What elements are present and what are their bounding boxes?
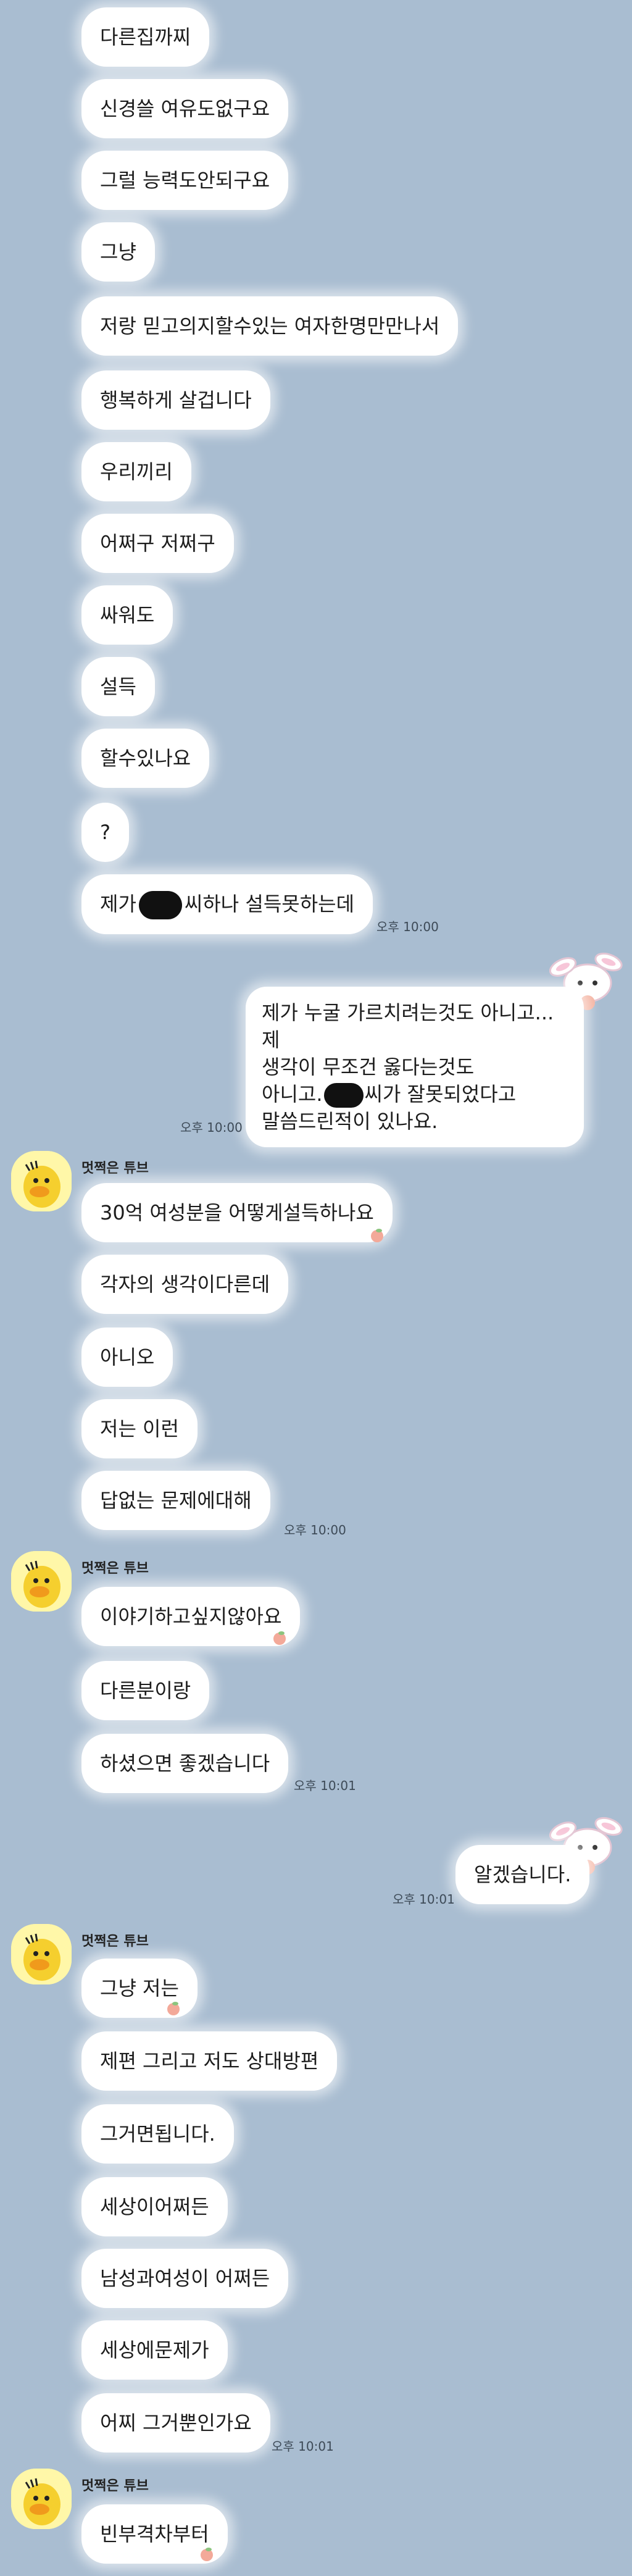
timestamp: 오후 10:00 (284, 1523, 346, 1537)
message-bubble[interactable]: 저는 이런 (81, 1399, 198, 1458)
message-bubble[interactable]: 남성과여성이 어쩌든 (81, 2249, 289, 2308)
timestamp: 오후 10:00 (180, 1120, 243, 1135)
redaction-mark (323, 1083, 364, 1108)
message-bubble-outgoing[interactable]: 알겠습니다. (455, 1845, 590, 1904)
sender-name: 멋쩍은 튜브 (81, 1161, 149, 1176)
message-text: 씨가 잘못되었다고 (364, 1082, 517, 1106)
message-bubble[interactable]: 다른분이랑 (81, 1661, 210, 1720)
message-line: 아니고. 씨가 잘못되었다고 (262, 1081, 568, 1108)
message-bubble[interactable]: 제가 씨하나 설득못하는데 (81, 874, 373, 934)
sender-name: 멋쩍은 튜브 (81, 1561, 149, 1576)
chat-window[interactable]: 다른집까찌 신경쓸 여유도없구요 그럴 능력도안되구요 그냥 저랑 믿고의지할수… (0, 0, 632, 2576)
profile-avatar[interactable] (11, 1551, 72, 1612)
message-bubble[interactable]: 어쩌구 저쩌구 (81, 514, 234, 573)
message-bubble[interactable]: 할수있나요 (81, 729, 210, 788)
message-bubble[interactable]: 각자의 생각이다른데 (81, 1255, 289, 1314)
message-bubble[interactable]: 이야기하고싶지않아요 (81, 1587, 301, 1646)
message-bubble[interactable]: 저랑 믿고의지할수있는 여자한명만만나서 (81, 296, 459, 356)
message-bubble[interactable]: 그거면됩니다. (81, 2104, 234, 2164)
sender-name: 멋쩍은 튜브 (81, 2478, 149, 2494)
message-bubble[interactable]: 30억 여성분을 어떻게설득하나요 (81, 1183, 393, 1242)
message-line: 생각이 무조건 옳다는것도 (262, 1055, 475, 1079)
profile-avatar[interactable] (11, 1151, 72, 1211)
peach-reaction-icon (167, 2002, 180, 2015)
peach-reaction-icon (371, 1229, 383, 1242)
message-line: 말씀드린적이 있나요. (262, 1110, 438, 1133)
message-text: 씨하나 설득못하는데 (184, 892, 355, 916)
tube-duck-icon (11, 2469, 72, 2529)
message-text: 아니고. (262, 1082, 323, 1106)
message-bubble[interactable]: 아니오 (81, 1328, 173, 1387)
message-bubble[interactable]: 하셨으면 좋겠습니다 (81, 1734, 289, 1793)
tube-duck-icon (11, 1151, 72, 1211)
message-bubble[interactable]: 세상이어쩌든 (81, 2177, 228, 2236)
message-bubble[interactable]: 그냥 (81, 222, 155, 282)
message-bubble[interactable]: ? (81, 803, 129, 862)
message-bubble[interactable]: 싸워도 (81, 585, 173, 645)
message-bubble[interactable]: 그럴 능력도안되구요 (81, 151, 289, 210)
message-bubble[interactable]: 다른집까찌 (81, 7, 210, 67)
redaction-mark (138, 891, 182, 919)
sender-name: 멋쩍은 튜브 (81, 1934, 149, 1949)
message-line: 제가 누굴 가르치려는것도 아니고...제 (262, 1001, 554, 1052)
tube-duck-icon (11, 1551, 72, 1612)
tube-duck-icon (11, 1924, 72, 1984)
message-bubble[interactable]: 제편 그리고 저도 상대방편 (81, 2031, 338, 2091)
message-bubble-outgoing[interactable]: 제가 누굴 가르치려는것도 아니고...제 생각이 무조건 옳다는것도 아니고.… (246, 987, 584, 1147)
message-bubble[interactable]: 우리끼리 (81, 442, 191, 501)
message-bubble[interactable]: 세상에문제가 (81, 2320, 228, 2380)
peach-reaction-icon (273, 1631, 286, 1645)
message-bubble[interactable]: 행복하게 살겁니다 (81, 370, 270, 430)
timestamp: 오후 10:01 (294, 1778, 356, 1793)
message-bubble[interactable]: 어찌 그거뿐인가요 (81, 2393, 270, 2453)
message-bubble[interactable]: 신경쓸 여유도없구요 (81, 79, 289, 138)
peach-reaction-icon (201, 2548, 213, 2561)
message-text: 제가 (100, 892, 136, 916)
profile-avatar[interactable] (11, 2469, 72, 2529)
timestamp: 오후 10:00 (376, 919, 439, 934)
message-bubble[interactable]: 설득 (81, 657, 155, 716)
timestamp: 오후 10:01 (393, 1892, 455, 1907)
message-bubble[interactable]: 답없는 문제에대해 (81, 1471, 270, 1530)
timestamp: 오후 10:01 (272, 2439, 334, 2454)
profile-avatar[interactable] (11, 1924, 72, 1984)
